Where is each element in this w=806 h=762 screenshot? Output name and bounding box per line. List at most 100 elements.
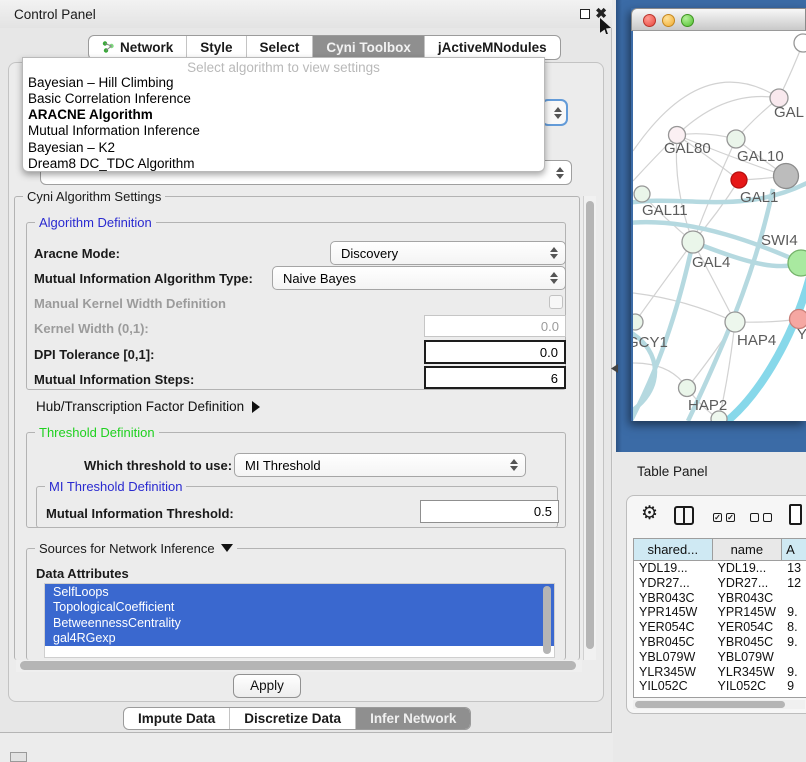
panel-divider-arrow[interactable] xyxy=(611,364,618,373)
table-cell: YLR345W xyxy=(634,665,713,680)
table-cell: YDL19... xyxy=(634,561,713,576)
dpi-tolerance-field[interactable]: 0.0 xyxy=(424,340,566,364)
network-canvas[interactable]: GALGAL80GAL10GAL1GAL11GAL4SWI4YHAP4GCY1H… xyxy=(633,31,806,421)
table-row[interactable]: YBR045CYBR045C9. xyxy=(634,635,806,650)
list-scrollbar[interactable] xyxy=(543,586,551,654)
sources-title[interactable]: Sources for Network Inference xyxy=(35,541,237,556)
mi-type-label: Mutual Information Algorithm Type: xyxy=(34,271,253,286)
table-row[interactable]: YBR043CYBR043C xyxy=(634,591,806,606)
node-label: GCY1 xyxy=(633,334,668,351)
columns-icon[interactable] xyxy=(674,506,694,525)
data-attributes-list[interactable]: SelfLoopsTopologicalCoefficientBetweenne… xyxy=(44,583,555,658)
table-cell xyxy=(782,591,806,606)
attribute-list-item[interactable]: BetweennessCentrality xyxy=(45,615,554,630)
network-window-titlebar[interactable] xyxy=(631,8,806,31)
tab-impute-data[interactable]: Impute Data xyxy=(124,708,230,729)
window-zoom-button[interactable] xyxy=(681,14,694,27)
combo-focus-ring xyxy=(541,99,568,126)
table-row[interactable]: YDR27...YDR27...12 xyxy=(634,576,806,591)
network-node-gal1[interactable] xyxy=(731,172,747,188)
table-row[interactable]: YIL052CYIL052C9 xyxy=(634,679,806,694)
tab-cyni-toolbox[interactable]: Cyni Toolbox xyxy=(313,36,425,59)
table-cell: YDL19... xyxy=(713,561,783,576)
tab-infer-network[interactable]: Infer Network xyxy=(356,708,470,729)
tab-jactivemnodules[interactable]: jActiveMNodules xyxy=(425,36,560,59)
which-threshold-combo[interactable]: MI Threshold xyxy=(234,453,526,477)
algo-option-mutual-information[interactable]: Mutual Information Inference xyxy=(28,123,200,138)
checked-box-icon[interactable]: ✓ xyxy=(726,513,735,522)
settings-vscrollbar[interactable] xyxy=(583,196,596,660)
attribute-list-item[interactable]: TopologicalCoefficient xyxy=(45,599,554,614)
algorithm-dropdown-popup: Select algorithm to view settings Bayesi… xyxy=(22,57,545,172)
table-cell: YBR043C xyxy=(634,591,713,606)
table-cell: YBL079W xyxy=(634,650,713,665)
column-header-partial[interactable]: A xyxy=(782,539,806,560)
algo-option-bayesian-k2[interactable]: Bayesian – K2 xyxy=(28,140,115,155)
document-icon[interactable] xyxy=(789,504,802,525)
threshold-definition-title: Threshold Definition xyxy=(35,425,159,440)
network-node-gal10[interactable] xyxy=(727,130,745,148)
table-cell: 9. xyxy=(782,635,806,650)
table-row[interactable]: YBL079WYBL079W xyxy=(634,650,806,665)
network-node-labels: GALGAL80GAL10GAL1GAL11GAL4SWI4YHAP4GCY1H… xyxy=(633,104,806,414)
table-row[interactable]: YLR345WYLR345W9. xyxy=(634,665,806,680)
mi-steps-field[interactable]: 6 xyxy=(424,366,566,389)
float-window-icon[interactable] xyxy=(580,9,590,19)
unchecked-box-icon[interactable] xyxy=(750,513,759,522)
data-attributes-label: Data Attributes xyxy=(36,566,129,581)
network-node[interactable] xyxy=(774,164,799,189)
table-row[interactable]: YER054CYER054C8. xyxy=(634,620,806,635)
table-hscrollbar[interactable] xyxy=(633,700,805,709)
checked-box-icon[interactable]: ✓ xyxy=(713,513,722,522)
settings-hscrollbar[interactable] xyxy=(16,660,582,672)
network-node-swi4[interactable] xyxy=(788,250,806,276)
table-row[interactable]: YDL19...YDL19...13 xyxy=(634,561,806,576)
minimized-chip[interactable] xyxy=(10,752,27,762)
tab-network[interactable]: Network xyxy=(89,36,187,59)
mi-threshold-title: MI Threshold Definition xyxy=(45,479,186,494)
network-node[interactable] xyxy=(794,34,806,52)
table-panel-body: ⚙ ✓ ✓ shared... name A YDL19...YDL19...1… xyxy=(626,495,806,714)
attribute-list-item[interactable]: gal4RGexp xyxy=(45,630,554,645)
tab-style[interactable]: Style xyxy=(187,36,246,59)
tab-discretize-data[interactable]: Discretize Data xyxy=(230,708,356,729)
window-minimize-button[interactable] xyxy=(662,14,675,27)
node-attribute-table: shared... name A YDL19...YDL19...13YDR27… xyxy=(633,538,806,698)
aracne-mode-combo[interactable]: Discovery xyxy=(330,241,566,265)
network-node-gcy1[interactable] xyxy=(633,314,643,330)
table-panel-title: Table Panel xyxy=(637,464,708,479)
network-node-hap2[interactable] xyxy=(679,380,696,397)
column-header-shared[interactable]: shared... xyxy=(634,539,713,560)
mi-threshold-field[interactable]: 0.5 xyxy=(420,500,559,523)
combo-spinner-icon xyxy=(550,272,558,284)
manual-kernel-label: Manual Kernel Width Definition xyxy=(34,296,226,311)
control-panel: Control Panel ✖ Network Style Select Cyn… xyxy=(0,0,612,733)
table-cell: YER054C xyxy=(634,620,713,635)
unchecked-box-icon[interactable] xyxy=(763,513,772,522)
column-header-name[interactable]: name xyxy=(713,539,783,560)
attribute-list-item[interactable]: SelfLoops xyxy=(45,584,554,599)
mi-type-combo[interactable]: Naive Bayes xyxy=(272,266,566,290)
node-label: GAL xyxy=(774,104,804,121)
mi-threshold-label: Mutual Information Threshold: xyxy=(46,506,234,521)
network-node-gal4[interactable] xyxy=(682,231,704,253)
apply-button[interactable]: Apply xyxy=(233,674,301,698)
window-close-button[interactable] xyxy=(643,14,656,27)
algo-option-bayesian-hill-climbing[interactable]: Bayesian – Hill Climbing xyxy=(28,75,174,90)
tab-select[interactable]: Select xyxy=(247,36,314,59)
algo-option-dream8[interactable]: Dream8 DC_TDC Algorithm xyxy=(28,156,195,171)
manual-kernel-checkbox[interactable] xyxy=(549,295,563,309)
algo-option-aracne[interactable]: ARACNE Algorithm xyxy=(28,107,153,122)
algo-option-basic-correlation[interactable]: Basic Correlation Inference xyxy=(28,91,191,106)
table-row[interactable]: YPR145WYPR145W9. xyxy=(634,605,806,620)
bottom-tabs: Impute Data Discretize Data Infer Networ… xyxy=(123,707,471,730)
combo-spinner-icon xyxy=(550,247,558,259)
table-cell: YLR345W xyxy=(713,665,783,680)
network-node-gal11[interactable] xyxy=(634,186,650,202)
gear-icon[interactable]: ⚙ xyxy=(641,502,658,525)
table-cell: 9. xyxy=(782,605,806,620)
network-node-hap4[interactable] xyxy=(725,312,745,332)
aracne-mode-label: Aracne Mode: xyxy=(34,246,120,261)
hub-definition-toggle[interactable]: Hub/Transcription Factor Definition xyxy=(36,399,260,414)
table-cell: YIL052C xyxy=(713,679,783,694)
